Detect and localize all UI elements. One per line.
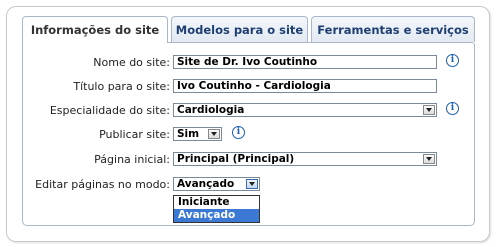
- info-icon[interactable]: i: [446, 102, 459, 115]
- info-icon[interactable]: i: [446, 54, 459, 67]
- home-page-label: Página inicial:: [94, 153, 170, 166]
- specialty-select[interactable]: Cardiologia: [173, 103, 437, 117]
- edit-mode-dropdown: Iniciante Avançado: [173, 195, 260, 223]
- edit-mode-label: Editar páginas no modo:: [35, 178, 170, 191]
- form: Nome do site: Site de Dr. Ivo Coutinho i…: [0, 0, 496, 247]
- site-name-label: Nome do site:: [93, 56, 170, 69]
- specialty-label: Especialidade do site:: [49, 104, 170, 117]
- publish-label: Publicar site:: [99, 128, 170, 141]
- publish-value: Sim: [177, 128, 200, 140]
- site-title-label: Título para o site:: [73, 80, 170, 93]
- dropdown-option-advanced[interactable]: Avançado: [174, 209, 259, 222]
- chevron-down-icon[interactable]: [423, 154, 435, 164]
- info-icon[interactable]: i: [232, 126, 245, 139]
- home-page-select[interactable]: Principal (Principal): [173, 152, 437, 166]
- chevron-down-icon[interactable]: [246, 179, 258, 189]
- dropdown-option-beginner[interactable]: Iniciante: [174, 196, 259, 209]
- home-page-value: Principal (Principal): [177, 153, 295, 165]
- publish-select[interactable]: Sim: [173, 127, 222, 141]
- chevron-down-icon[interactable]: [208, 129, 220, 139]
- site-title-input[interactable]: Ivo Coutinho - Cardiologia: [173, 79, 437, 93]
- edit-mode-select[interactable]: Avançado: [173, 177, 260, 191]
- site-name-input[interactable]: Site de Dr. Ivo Coutinho: [173, 55, 437, 69]
- edit-mode-value: Avançado: [177, 178, 235, 190]
- chevron-down-icon[interactable]: [423, 105, 435, 115]
- specialty-value: Cardiologia: [177, 104, 245, 116]
